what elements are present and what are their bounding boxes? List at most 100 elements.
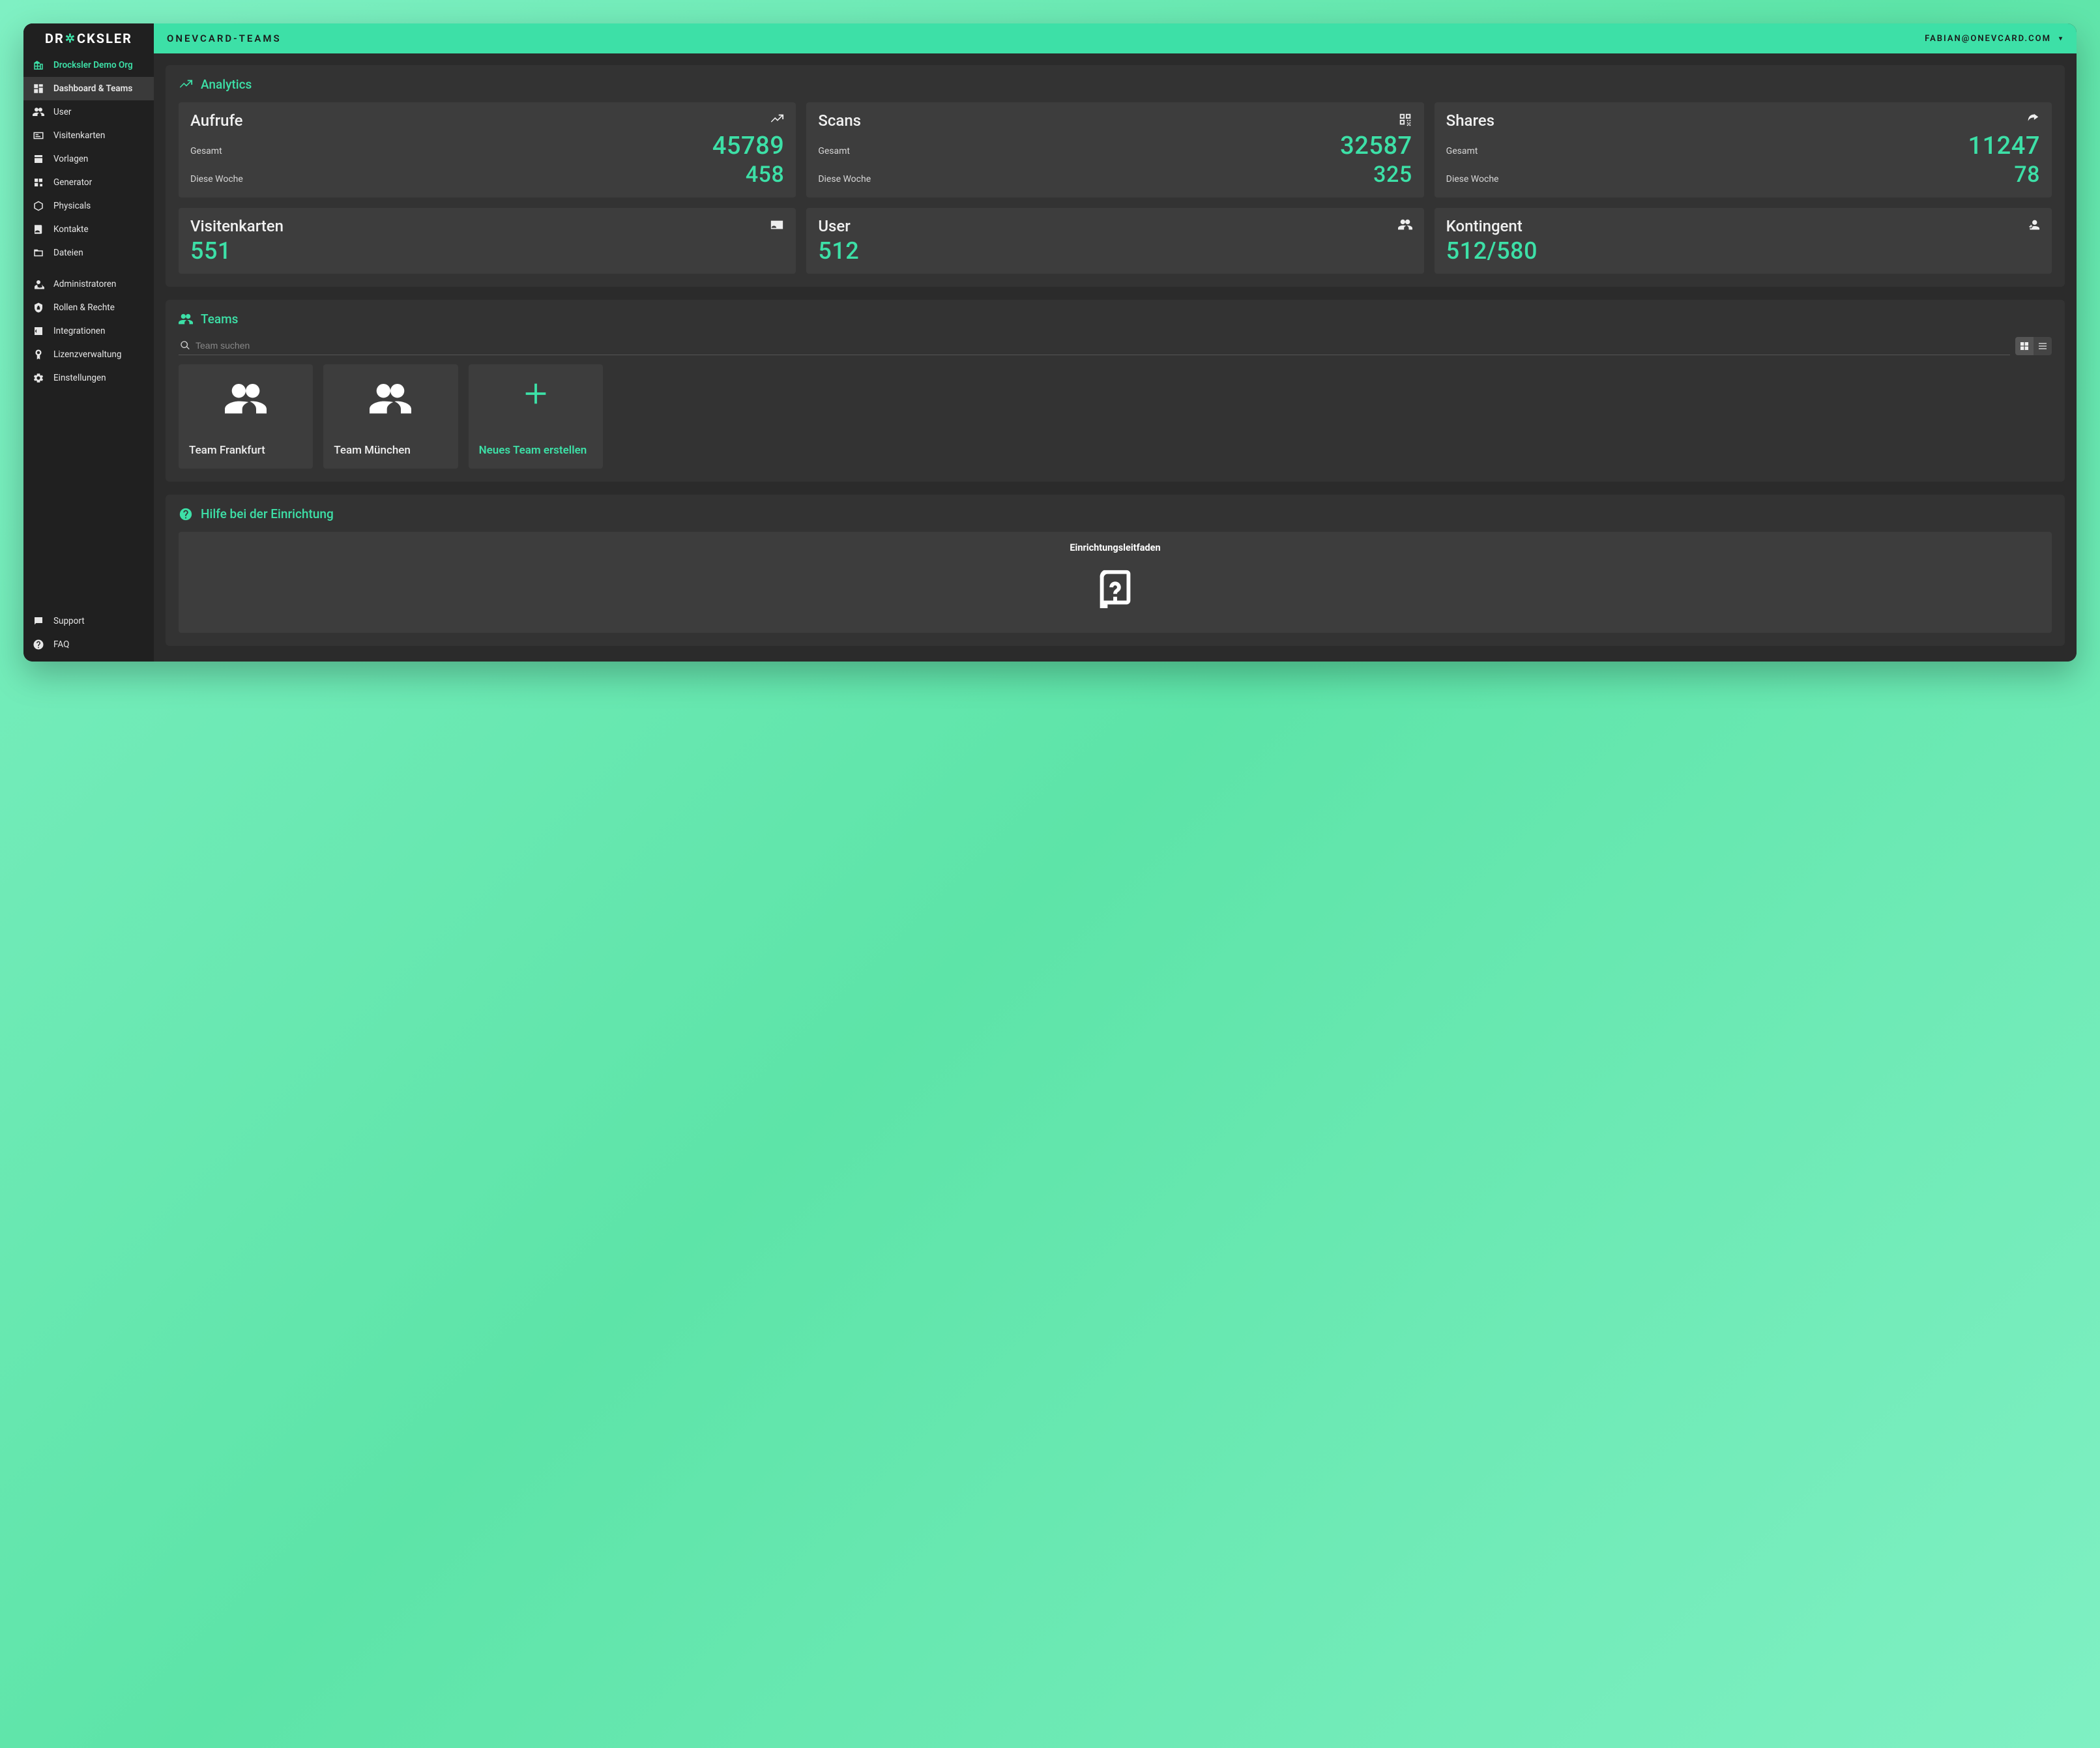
- help-icon: [33, 639, 44, 650]
- setup-guide-card[interactable]: Einrichtungsleitfaden: [179, 532, 2052, 633]
- sidebar: DR✲CKSLER Drocksler Demo Org Dashboard &…: [23, 23, 154, 662]
- stat-week-value: 78: [2014, 164, 2040, 187]
- stat-cards[interactable]: Visitenkarten 551: [179, 208, 796, 274]
- stat-week-value: 325: [1373, 164, 1412, 187]
- share-icon: [2026, 112, 2040, 129]
- stat-value: 512/580: [1446, 239, 2040, 264]
- users-icon: [366, 379, 415, 423]
- sidebar-item-settings[interactable]: Einstellungen: [23, 366, 154, 390]
- stat-value: 512: [818, 239, 1412, 264]
- trend-icon: [179, 78, 193, 92]
- building-icon: [33, 59, 44, 71]
- sidebar-item-support[interactable]: Support: [23, 609, 154, 633]
- shield-icon: [33, 302, 44, 313]
- stat-total-label: Gesamt: [818, 146, 850, 156]
- sidebar-item-physicals[interactable]: Physicals: [23, 194, 154, 218]
- sidebar-item-label: Integrationen: [53, 326, 105, 336]
- sidebar-item-label: Generator: [53, 177, 92, 188]
- stat-total-value: 32587: [1340, 134, 1412, 160]
- stat-scans[interactable]: Scans Gesamt 32587 Diese Woche 325: [806, 102, 1423, 197]
- dashboard-icon: [33, 83, 44, 95]
- sidebar-item-contacts[interactable]: Kontakte: [23, 218, 154, 241]
- stat-title: Shares: [1446, 111, 1495, 130]
- sidebar-item-label: Support: [53, 616, 85, 626]
- users-icon: [179, 312, 193, 327]
- sidebar-item-label: Visitenkarten: [53, 130, 105, 141]
- plus-icon: [521, 379, 551, 411]
- stat-week-label: Diese Woche: [190, 174, 243, 184]
- app-brand: ONEVCARD-TEAMS: [167, 33, 282, 44]
- sidebar-item-label: FAQ: [53, 639, 69, 650]
- help-panel: Hilfe bei der Einrichtung Einrichtungsle…: [166, 495, 2065, 646]
- team-card[interactable]: Team Frankfurt: [179, 364, 313, 469]
- idcard-icon: [770, 218, 784, 235]
- folder-icon: [33, 247, 44, 259]
- sidebar-item-user[interactable]: User: [23, 100, 154, 124]
- sidebar-item-faq[interactable]: FAQ: [23, 633, 154, 656]
- sidebar-item-label: Vorlagen: [53, 154, 88, 164]
- search-icon: [180, 340, 190, 351]
- sidebar-item-roles[interactable]: Rollen & Rechte: [23, 296, 154, 319]
- sidebar-item-license[interactable]: Lizenzverwaltung: [23, 343, 154, 366]
- sidebar-item-files[interactable]: Dateien: [23, 241, 154, 265]
- view-list-button[interactable]: [2034, 337, 2052, 355]
- help-title: Hilfe bei der Einrichtung: [179, 506, 2052, 521]
- new-team-label: Neues Team erstellen: [479, 444, 592, 457]
- card-icon: [33, 130, 44, 141]
- guide-title: Einrichtungsleitfaden: [1070, 542, 1160, 553]
- new-team-card[interactable]: Neues Team erstellen: [469, 364, 603, 469]
- sidebar-item-cards[interactable]: Visitenkarten: [23, 124, 154, 147]
- guide-icon: [1092, 566, 1138, 612]
- user-menu[interactable]: FABIAN@ONEVCARD.COM ▾: [1925, 34, 2064, 44]
- nav-separator: [23, 265, 154, 272]
- topbar: ONEVCARD-TEAMS FABIAN@ONEVCARD.COM ▾: [154, 23, 2077, 53]
- stat-total-value: 45789: [712, 134, 785, 160]
- trend-icon: [770, 112, 784, 129]
- stat-views[interactable]: Aufrufe Gesamt 45789 Diese Woche 458: [179, 102, 796, 197]
- view-grid-button[interactable]: [2015, 337, 2034, 355]
- stat-week-label: Diese Woche: [818, 174, 871, 184]
- brand-logo-right: CKSLER: [77, 31, 132, 46]
- stat-week-label: Diese Woche: [1446, 174, 1499, 184]
- contact-icon: [33, 224, 44, 235]
- sidebar-item-label: Physicals: [53, 201, 91, 211]
- stat-shares[interactable]: Shares Gesamt 11247 Diese Woche 78: [1435, 102, 2052, 197]
- users-icon: [221, 379, 270, 423]
- qr-icon: [1398, 112, 1412, 129]
- box-icon: [33, 200, 44, 212]
- team-card[interactable]: Team München: [323, 364, 458, 469]
- sidebar-item-admins[interactable]: Administratoren: [23, 272, 154, 296]
- team-search-input[interactable]: [196, 340, 2009, 351]
- help-icon: [179, 507, 193, 521]
- teams-title: Teams: [179, 312, 2052, 327]
- analytics-title: Analytics: [179, 77, 2052, 92]
- admin-icon: [33, 278, 44, 290]
- app-window: DR✲CKSLER Drocksler Demo Org Dashboard &…: [23, 23, 2077, 662]
- chat-icon: [33, 615, 44, 627]
- sidebar-item-templates[interactable]: Vorlagen: [23, 147, 154, 171]
- stat-title: Kontingent: [1446, 217, 1523, 235]
- generator-icon: [33, 177, 44, 188]
- sidebar-bottom: Support FAQ: [23, 609, 154, 662]
- stat-contingent[interactable]: Kontingent 512/580: [1435, 208, 2052, 274]
- template-icon: [33, 153, 44, 165]
- org-name: Drocksler Demo Org: [53, 60, 133, 70]
- team-search[interactable]: [179, 338, 2010, 355]
- users-icon: [1398, 218, 1412, 235]
- stat-users[interactable]: User 512: [806, 208, 1423, 274]
- stat-title: User: [818, 217, 850, 235]
- sidebar-item-integrations[interactable]: Integrationen: [23, 319, 154, 343]
- stat-title: Scans: [818, 111, 861, 130]
- brand-logo-left: DR: [45, 31, 65, 46]
- org-selector[interactable]: Drocksler Demo Org: [23, 53, 154, 77]
- teams-panel: Teams: [166, 300, 2065, 482]
- stat-title: Aufrufe: [190, 111, 242, 130]
- stat-total-label: Gesamt: [190, 146, 222, 156]
- sidebar-item-generator[interactable]: Generator: [23, 171, 154, 194]
- sidebar-item-dashboard[interactable]: Dashboard & Teams: [23, 77, 154, 100]
- sidebar-item-label: User: [53, 107, 71, 117]
- chevron-down-icon: ▾: [2059, 35, 2064, 42]
- brand-logo: DR✲CKSLER: [23, 23, 154, 53]
- sidebar-item-label: Administratoren: [53, 279, 116, 289]
- list-icon: [2037, 341, 2048, 351]
